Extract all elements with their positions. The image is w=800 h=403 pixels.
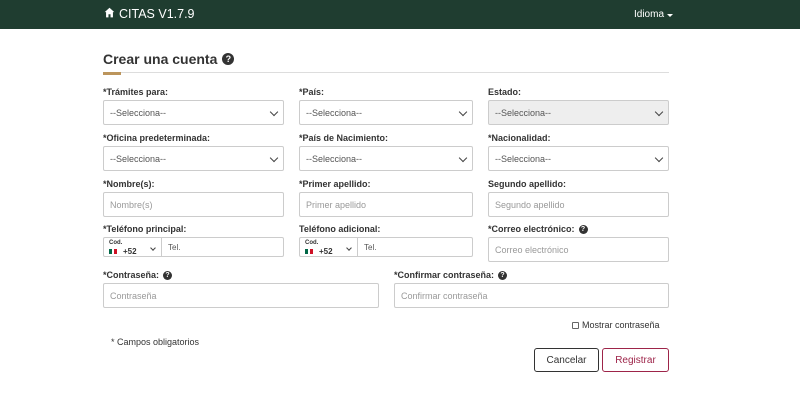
primer-apellido-label: *Primer apellido:	[299, 179, 371, 189]
confirmar-contrasena-label: *Confirmar contraseña:	[394, 270, 495, 280]
correo-placeholder: Correo electrónico	[495, 244, 569, 255]
cod-label: Cod.	[109, 240, 123, 246]
segundo-apellido-label: Segundo apellido:	[488, 179, 566, 189]
confirmar-contrasena-label-row: *Confirmar contraseña: ?	[394, 270, 508, 280]
page-title-text: Crear una cuenta	[103, 51, 218, 67]
top-navbar: CITAS V1.7.9 Idioma	[0, 0, 800, 29]
telefono-adicional-input[interactable]: Tel.	[358, 238, 472, 256]
title-divider	[103, 72, 669, 73]
app-name: CITAS V1.7.9	[119, 7, 195, 21]
question-circle-icon[interactable]: ?	[222, 53, 235, 65]
tramites-value: --Selecciona--	[110, 107, 167, 118]
question-circle-icon[interactable]: ?	[163, 270, 173, 280]
estado-value: --Selecciona--	[495, 107, 552, 118]
country-code-value: +52	[123, 247, 137, 256]
mexico-flag-icon	[305, 249, 314, 254]
telefono-adicional-label: Teléfono adicional:	[299, 224, 381, 234]
cancel-button[interactable]: Cancelar	[534, 348, 599, 372]
contrasena-label: *Contraseña:	[103, 270, 160, 280]
tramites-label: *Trámites para:	[103, 87, 169, 97]
telefono-principal-group: Cod. +52 Tel.	[103, 237, 284, 257]
contrasena-placeholder: Contraseña	[110, 290, 157, 301]
required-fields-note: * Campos obligatorios	[111, 337, 200, 347]
language-dropdown[interactable]: Idioma	[634, 9, 674, 20]
telefono-adicional-group: Cod. +52 Tel.	[299, 237, 473, 257]
nombre-label: *Nombre(s):	[103, 179, 155, 189]
nacionalidad-value: --Selecciona--	[495, 153, 552, 164]
show-password-toggle[interactable]: Mostrar contraseña	[572, 320, 660, 330]
mexico-flag-icon	[109, 249, 118, 254]
nombre-placeholder: Nombre(s)	[110, 199, 153, 210]
chevron-down-icon	[458, 153, 468, 163]
segundo-apellido-input[interactable]: Segundo apellido	[488, 192, 669, 217]
nombre-input[interactable]: Nombre(s)	[103, 192, 284, 217]
cod-label: Cod.	[305, 240, 319, 246]
telefono-principal-input[interactable]: Tel.	[162, 238, 283, 256]
confirmar-contrasena-input[interactable]: Confirmar contraseña	[394, 283, 669, 308]
register-button[interactable]: Registrar	[602, 348, 669, 372]
language-label: Idioma	[634, 9, 665, 20]
chevron-down-icon	[269, 107, 279, 117]
country-code-select[interactable]: Cod. +52	[104, 238, 162, 256]
primer-apellido-input[interactable]: Primer apellido	[299, 192, 473, 217]
pais-select[interactable]: --Selecciona--	[299, 100, 473, 125]
country-code-select[interactable]: Cod. +52	[300, 238, 358, 256]
nacionalidad-label: *Nacionalidad:	[488, 133, 551, 143]
pais-value: --Selecciona--	[306, 107, 363, 118]
pais-nacimiento-select[interactable]: --Selecciona--	[299, 146, 473, 171]
question-circle-icon[interactable]: ?	[578, 224, 588, 234]
page-title: Crear una cuenta ?	[103, 51, 235, 67]
show-password-checkbox[interactable]	[572, 321, 579, 329]
pais-nacimiento-label: *País de Nacimiento:	[299, 133, 389, 143]
contrasena-label-row: *Contraseña: ?	[103, 270, 173, 280]
estado-select[interactable]: --Selecciona--	[488, 100, 669, 125]
chevron-down-icon	[654, 153, 664, 163]
telefono-principal-label: *Teléfono principal:	[103, 224, 187, 234]
correo-input[interactable]: Correo electrónico	[488, 237, 669, 262]
contrasena-input[interactable]: Contraseña	[103, 283, 379, 308]
oficina-value: --Selecciona--	[110, 153, 167, 164]
segundo-apellido-placeholder: Segundo apellido	[495, 199, 565, 210]
oficina-select[interactable]: --Selecciona--	[103, 146, 284, 171]
chevron-down-icon	[346, 245, 352, 251]
nacionalidad-select[interactable]: --Selecciona--	[488, 146, 669, 171]
caret-down-icon	[667, 14, 674, 17]
chevron-down-icon	[654, 107, 664, 117]
correo-label-row: *Correo electrónico: ?	[488, 224, 588, 234]
correo-label: *Correo electrónico:	[488, 224, 575, 234]
primer-apellido-placeholder: Primer apellido	[306, 199, 367, 210]
show-password-label: Mostrar contraseña	[582, 320, 660, 330]
tramites-select[interactable]: --Selecciona--	[103, 100, 284, 125]
pais-label: *País:	[299, 87, 325, 97]
home-icon	[104, 7, 115, 21]
oficina-label: *Oficina predeterminada:	[103, 133, 211, 143]
brand[interactable]: CITAS V1.7.9	[104, 6, 195, 22]
chevron-down-icon	[269, 153, 279, 163]
chevron-down-icon	[458, 107, 468, 117]
estado-label: Estado:	[488, 87, 522, 97]
pais-nacimiento-value: --Selecciona--	[306, 153, 363, 164]
tel-placeholder: Tel.	[168, 242, 181, 252]
tel-placeholder: Tel.	[364, 242, 377, 252]
country-code-value: +52	[319, 247, 333, 256]
question-circle-icon[interactable]: ?	[498, 270, 508, 280]
confirmar-contrasena-placeholder: Confirmar contraseña	[401, 290, 488, 301]
title-accent-bar	[103, 72, 121, 75]
chevron-down-icon	[150, 245, 156, 251]
